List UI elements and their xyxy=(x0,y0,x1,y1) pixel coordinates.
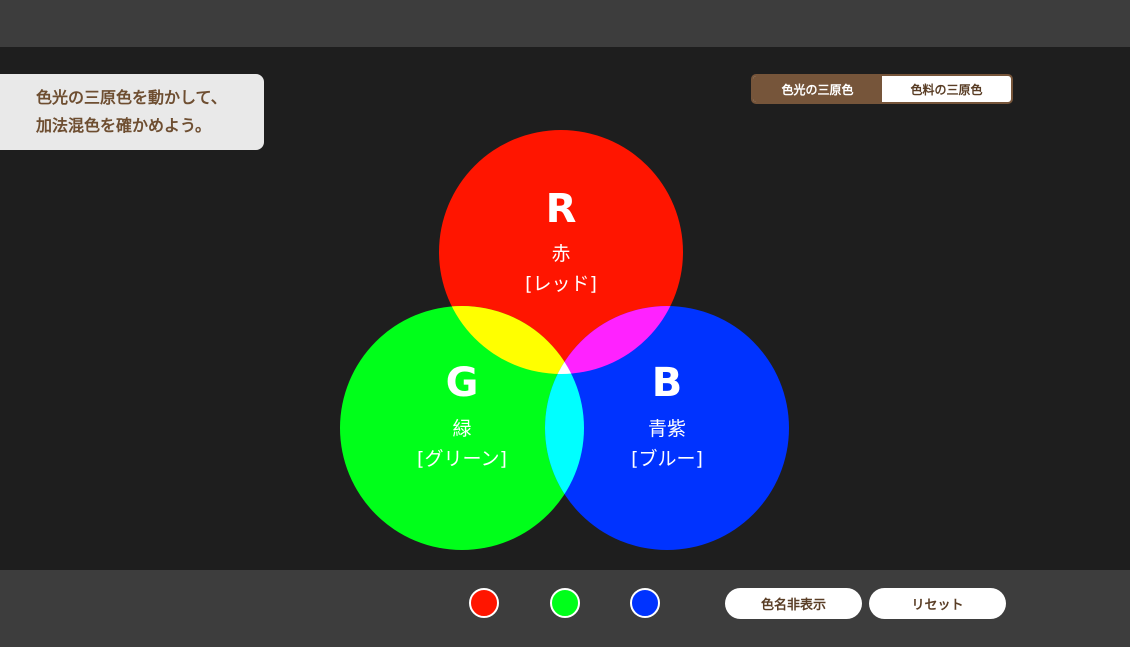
green-color-dot[interactable] xyxy=(550,588,580,618)
blue-reading: [ブルー] xyxy=(631,447,703,470)
red-reading: [レッド] xyxy=(525,273,597,295)
red-name: 赤 xyxy=(551,243,570,265)
blue-name: 青紫 xyxy=(648,418,686,440)
additive-color-venn-diagram: R 赤 [レッド] G 緑 [グリーン] B 青紫 [ブルー] xyxy=(340,130,789,550)
red-letter: R xyxy=(546,186,577,232)
blue-color-dot[interactable] xyxy=(630,588,660,618)
green-name: 緑 xyxy=(452,418,471,440)
blue-letter: B xyxy=(652,360,683,406)
hide-color-names-button[interactable]: 色名非表示 xyxy=(725,588,862,619)
reset-button[interactable]: リセット xyxy=(869,588,1006,619)
red-color-dot[interactable] xyxy=(469,588,499,618)
green-reading: [グリーン] xyxy=(417,448,507,470)
green-letter: G xyxy=(446,360,479,406)
